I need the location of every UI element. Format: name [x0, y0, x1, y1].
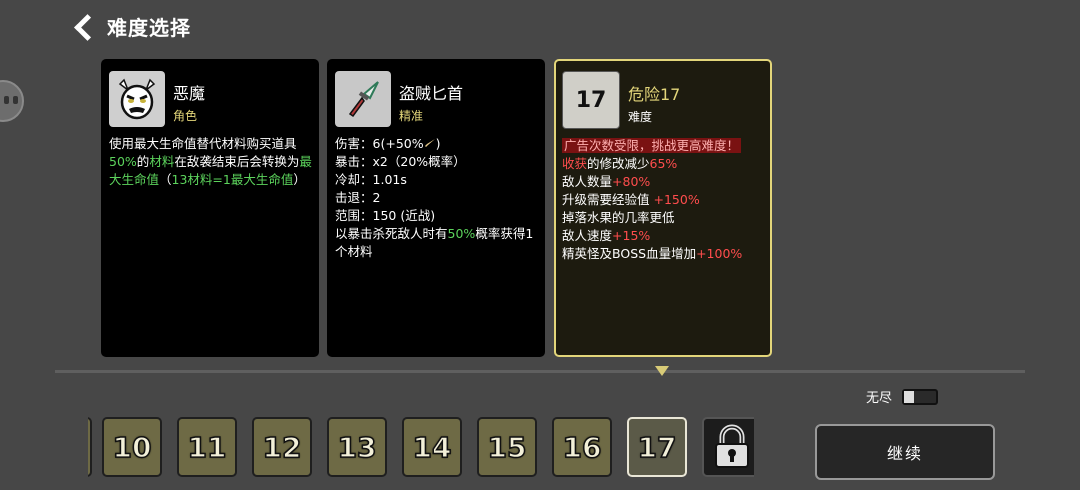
- character-description: 使用最大生命值替代材料购买道具50%的材料在敌袭结束后会转换为最大生命值（13材…: [109, 135, 313, 189]
- eye-left: [4, 96, 9, 104]
- selected-level-marker-icon: [655, 366, 669, 376]
- note-text: 以暴击杀死敌人时有: [335, 226, 448, 241]
- page-title: 难度选择: [107, 16, 191, 40]
- difficulty-type: 难度: [628, 110, 653, 124]
- desc-highlight: 材料: [149, 154, 175, 169]
- endless-toggle-row: 无尽: [866, 387, 939, 406]
- stat-label: 击退：: [335, 190, 373, 205]
- modifier-text: 敌人速度: [562, 228, 613, 243]
- level-number: 15: [487, 430, 527, 465]
- modifier-text: 掉落水果的几率更低: [562, 210, 675, 225]
- difficulty-badge: 17: [562, 71, 620, 129]
- modifier-text: 精英怪及BOSS血量增加: [562, 246, 697, 261]
- level-button[interactable]: 12: [252, 417, 312, 477]
- modifier-text: 的修改减少: [587, 156, 650, 171]
- desc-text: 的: [136, 154, 150, 169]
- modifier-line: 精英怪及BOSS血量增加+100%: [562, 245, 764, 263]
- modifier-text: 敌人数量: [562, 174, 613, 189]
- level-button[interactable]: 16: [552, 417, 612, 477]
- lock-icon: [715, 424, 749, 468]
- dagger-portrait-icon: [335, 71, 391, 127]
- desc-text: 在敌袭结束后会转换为: [174, 154, 300, 169]
- level-button-9[interactable]: [88, 417, 92, 477]
- level-number: 10: [112, 430, 152, 465]
- dagger-icon: [348, 81, 379, 118]
- melee-damage-icon: [424, 139, 435, 147]
- level-button[interactable]: 13: [327, 417, 387, 477]
- level-number: 17: [637, 430, 677, 465]
- modifier-value: +150%: [653, 192, 700, 207]
- level-button[interactable]: 10: [102, 417, 162, 477]
- stat-knockback: 击退：2: [335, 189, 539, 207]
- stat-value: 1.01s: [372, 172, 407, 187]
- side-character-icon[interactable]: [0, 80, 24, 122]
- eye-right: [13, 96, 18, 104]
- stat-label: 冷却：: [335, 172, 373, 187]
- ad-warning: 广告次数受限，挑战更高难度！: [562, 137, 764, 155]
- stat-range: 范围：150 (近战): [335, 207, 539, 225]
- weapon-note: 以暴击杀死敌人时有50%概率获得1个材料: [335, 225, 539, 261]
- stat-value: 2: [372, 190, 381, 205]
- demon-face-icon: [118, 78, 156, 120]
- character-name: 恶魔: [173, 84, 206, 103]
- modifier-line: 升级需要经验值 +150%: [562, 191, 764, 209]
- difficulty-card: 17 危险17 难度 广告次数受限，挑战更高难度！ 收获的修改减少65% 敌人数…: [554, 59, 772, 357]
- demon-portrait-icon: [109, 71, 165, 127]
- character-card: 恶魔 角色 使用最大生命值替代材料购买道具50%的材料在敌袭结束后会转换为最大生…: [101, 59, 319, 357]
- stat-value: 6(+50%: [372, 136, 424, 151]
- difficulty-number: 17: [575, 87, 607, 113]
- modifier-line: 敌人数量+80%: [562, 173, 764, 191]
- stat-damage: 伤害：6(+50%): [335, 135, 539, 153]
- endless-label: 无尽: [866, 391, 893, 406]
- modifier-value: +80%: [612, 174, 651, 189]
- weapon-name: 盗贼匕首: [399, 84, 464, 103]
- warning-text: 广告次数受限，挑战更高难度！: [562, 138, 742, 153]
- modifier-line: 掉落水果的几率更低: [562, 209, 764, 227]
- modifier-value: +100%: [696, 246, 743, 261]
- note-highlight: 50%: [447, 226, 476, 241]
- stat-value-suffix: ): [435, 136, 441, 151]
- stat-value: 150 (近战): [372, 208, 436, 223]
- level-selector[interactable]: 10 11 12 13 14 15 16 17: [88, 415, 754, 481]
- level-number: 14: [412, 430, 452, 465]
- modifier-highlight: 收获: [562, 156, 588, 171]
- stat-cooldown: 冷却：1.01s: [335, 171, 539, 189]
- weapon-stats: 伤害：6(+50%) 暴击：x2（20%概率） 冷却：1.01s 击退：2 范围…: [335, 135, 539, 261]
- level-button-selected[interactable]: 17: [627, 417, 687, 477]
- desc-text: 使用最大生命值替代材料购买道具: [109, 136, 297, 151]
- level-button[interactable]: 14: [402, 417, 462, 477]
- chevron-left-icon: [74, 13, 101, 41]
- desc-text: （: [159, 172, 172, 187]
- level-button-locked[interactable]: [702, 417, 754, 477]
- toggle-knob: [904, 390, 915, 403]
- stat-label: 暴击：: [335, 154, 373, 169]
- desc-highlight: 50%: [109, 154, 137, 169]
- modifier-line: 敌人速度+15%: [562, 227, 764, 245]
- back-button[interactable]: 难度选择: [72, 12, 191, 41]
- endless-toggle[interactable]: [902, 388, 939, 405]
- level-button[interactable]: 11: [177, 417, 237, 477]
- stat-value: x2（20%概率）: [372, 154, 466, 169]
- difficulty-modifiers: 广告次数受限，挑战更高难度！ 收获的修改减少65% 敌人数量+80% 升级需要经…: [562, 137, 764, 263]
- modifier-value: 65%: [649, 156, 678, 171]
- level-number: 12: [262, 430, 302, 465]
- stat-crit: 暴击：x2（20%概率）: [335, 153, 539, 171]
- character-type: 角色: [173, 109, 198, 123]
- modifier-text: 升级需要经验值: [562, 192, 654, 207]
- weapon-card: 盗贼匕首 精准 伤害：6(+50%) 暴击：x2（20%概率） 冷却：1.01s…: [327, 59, 545, 357]
- divider: [55, 370, 1025, 373]
- desc-highlight: 13材料=1最大生命值: [171, 172, 294, 187]
- level-number: 13: [337, 430, 377, 465]
- desc-text: ）: [293, 172, 306, 187]
- stat-label: 范围：: [335, 208, 373, 223]
- modifier-value: +15%: [612, 228, 651, 243]
- level-number: 16: [562, 430, 602, 465]
- difficulty-name: 危险17: [628, 85, 681, 104]
- level-button[interactable]: 15: [477, 417, 537, 477]
- weapon-type: 精准: [399, 109, 424, 123]
- continue-button[interactable]: 继续: [815, 424, 995, 480]
- level-number: 11: [187, 430, 227, 465]
- stat-label: 伤害：: [335, 136, 373, 151]
- modifier-line: 收获的修改减少65%: [562, 155, 764, 173]
